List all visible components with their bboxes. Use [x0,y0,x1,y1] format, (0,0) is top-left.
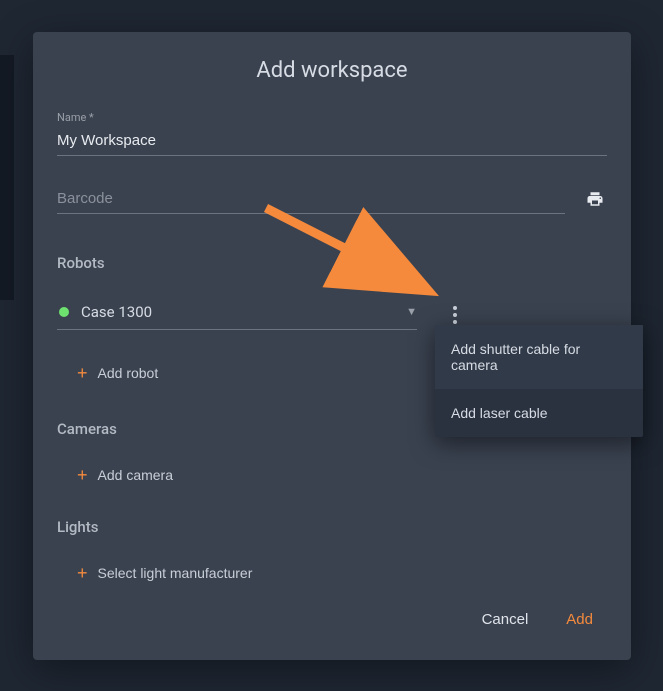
kebab-icon [453,306,457,310]
barcode-input[interactable] [57,186,565,214]
add-camera-label: Add camera [98,467,173,483]
robot-selected-label: Case 1300 [81,303,406,321]
robot-context-menu: Add shutter cable for camera Add laser c… [435,325,643,437]
name-label: Name * [57,111,607,124]
menu-item-add-laser-cable[interactable]: Add laser cable [435,389,643,437]
background-sidebar-stripe [0,55,14,300]
kebab-icon [453,313,457,317]
add-camera-button[interactable]: + Add camera [77,466,173,484]
robots-heading: Robots [57,254,607,272]
chevron-down-icon: ▼ [406,305,417,318]
barcode-row [57,186,607,214]
name-field-group: Name * [57,111,607,156]
robot-select[interactable]: Case 1300 ▼ [57,301,417,330]
plus-icon: + [77,364,88,382]
plus-icon: + [77,466,88,484]
lights-heading: Lights [57,518,607,536]
menu-item-add-shutter-cable[interactable]: Add shutter cable for camera [435,325,643,389]
select-light-manufacturer-button[interactable]: + Select light manufacturer [77,564,252,582]
print-icon [585,190,605,208]
dialog-actions: Cancel Add [478,605,597,634]
status-indicator-icon [59,307,69,317]
add-robot-button[interactable]: + Add robot [77,364,158,382]
plus-icon: + [77,564,88,582]
lights-section: Lights + Select light manufacturer [57,518,607,582]
add-button[interactable]: Add [562,605,597,634]
cancel-button[interactable]: Cancel [478,605,533,634]
print-barcode-button[interactable] [583,188,607,213]
select-light-label: Select light manufacturer [98,565,253,581]
add-robot-label: Add robot [98,365,159,381]
dialog-title: Add workspace [57,58,607,83]
kebab-icon [453,320,457,324]
name-input[interactable] [57,128,607,156]
